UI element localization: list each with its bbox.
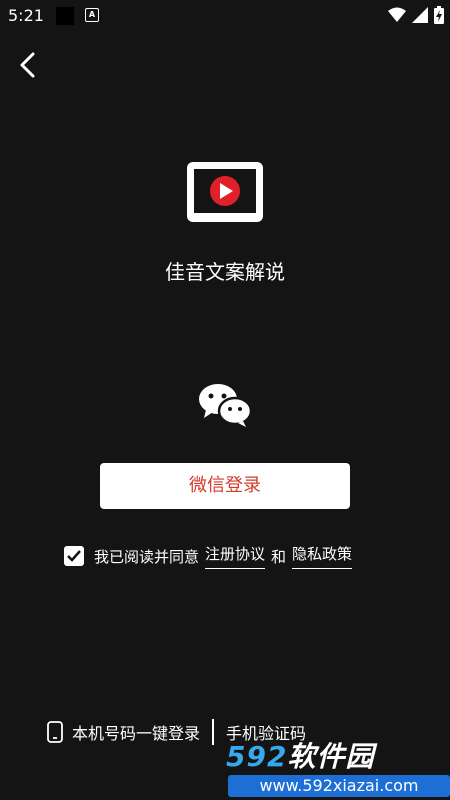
divider	[212, 719, 215, 745]
wechat-login-button[interactable]: 微信登录	[100, 463, 350, 509]
app-name: 佳音文案解说	[165, 260, 285, 284]
wifi-icon	[388, 7, 406, 22]
text-app-notification-icon: A	[85, 8, 99, 22]
battery-icon	[434, 6, 444, 24]
signal-icon	[412, 7, 428, 23]
terms-link[interactable]: 注册协议	[205, 543, 266, 569]
watermark-brand-num: 592	[226, 740, 288, 773]
phone-icon	[47, 721, 63, 743]
wechat-icon	[199, 384, 252, 427]
status-time: 5:21	[8, 6, 44, 25]
chevron-left-icon	[20, 52, 35, 78]
agreement-text: 我已阅读并同意	[94, 547, 200, 566]
back-button[interactable]	[14, 50, 44, 80]
status-icons	[388, 6, 444, 24]
agreement-row: 我已阅读并同意 注册协议 和 隐私政策	[64, 543, 358, 569]
watermark-brand-text: 软件园	[287, 740, 375, 773]
watermark-url: www.592xiazai.com	[228, 775, 450, 797]
agreement-and: 和	[271, 547, 287, 566]
notification-icon	[56, 7, 74, 25]
check-icon	[67, 550, 81, 562]
agreement-checkbox[interactable]	[64, 546, 84, 566]
phone-one-click-login[interactable]: 本机号码一键登录	[72, 720, 200, 744]
status-bar: 5:21 A	[0, 0, 450, 32]
privacy-link[interactable]: 隐私政策	[292, 543, 353, 569]
watermark-brand: 592软件园	[226, 735, 374, 775]
watermark: 592软件园 www.592xiazai.com	[218, 735, 450, 800]
app-logo-icon	[187, 162, 263, 222]
